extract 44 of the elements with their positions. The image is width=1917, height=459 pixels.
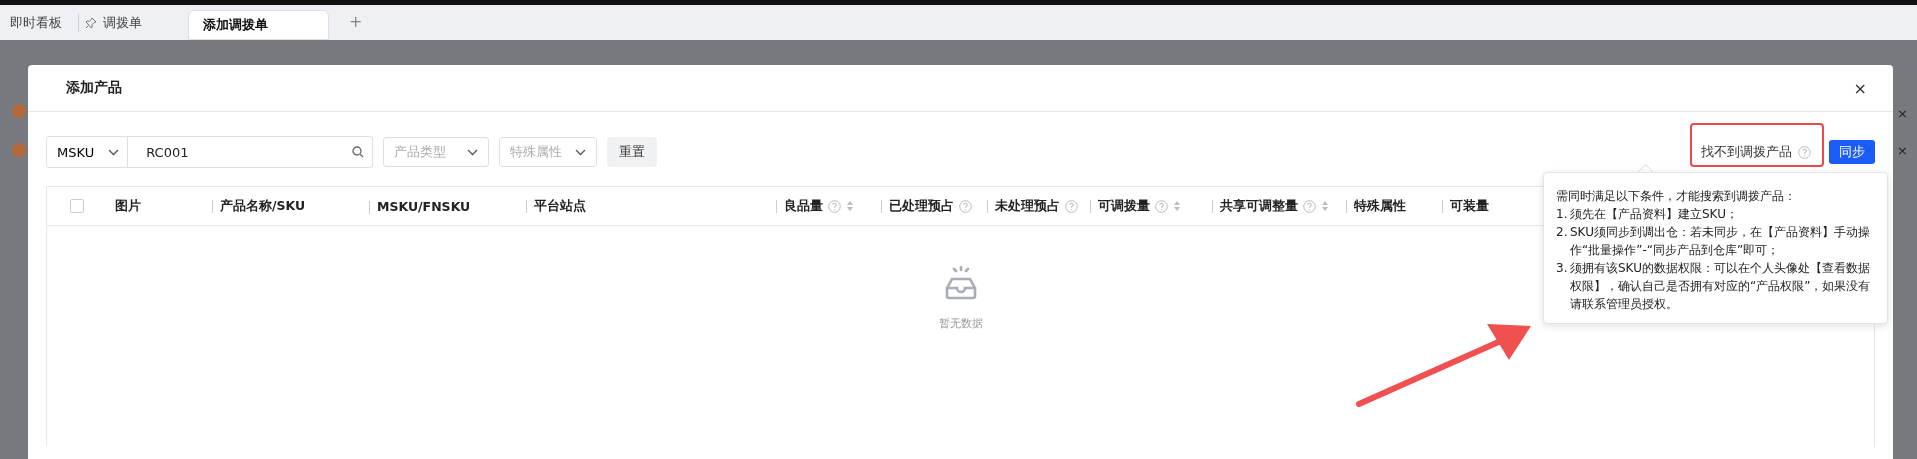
column-header: 产品名称/SKU — [220, 197, 306, 215]
sync-button[interactable]: 同步 — [1829, 140, 1875, 164]
help-icon — [1798, 145, 1811, 159]
caret-icon — [108, 148, 120, 156]
select-all-checkbox[interactable] — [70, 199, 84, 213]
pin-icon — [85, 16, 97, 29]
column-header: 平台站点 — [534, 197, 586, 215]
search-field[interactable]: MSKU RC001 — [46, 136, 374, 168]
empty-state-text: 暂无数据 — [938, 316, 983, 331]
column-header: 可装量 — [1450, 197, 1489, 215]
tooltip-text: SKU须同步到调出仓：若未同步，在【产品资料】手动操作“批量操作”-“同步产品到仓库”即可； — [1570, 224, 1871, 259]
reset-button[interactable]: 重置 — [607, 137, 658, 167]
column-header: 特殊属性 — [1354, 197, 1406, 215]
tab[interactable]: 即时看板 — [4, 5, 78, 40]
tab[interactable]: 调拨单 — [79, 5, 158, 40]
column-header: MSKU/FNSKU — [377, 198, 471, 214]
column-header: 图片 — [115, 197, 141, 215]
caret-icon — [575, 148, 587, 156]
search-value: RC001 — [146, 144, 189, 160]
list-number: 3. — [1556, 260, 1569, 277]
tooltip-text: 须拥有该SKU的数据权限：可以在个人头像处【查看数据权限】，确认自己是否拥有对应的“产品权限”，如果没有请联系管理员授权。 — [1570, 260, 1872, 313]
status-dot — [12, 143, 26, 157]
list-number: 2. — [1556, 224, 1569, 241]
sort-icon[interactable] — [1173, 200, 1181, 212]
sort-icon[interactable] — [846, 200, 854, 212]
tooltip-text: 须先在【产品资料】建立SKU； — [1570, 206, 1738, 223]
column-header: 已处理预占 — [889, 197, 954, 215]
status-dot — [12, 104, 26, 118]
field-select[interactable]: MSKU — [47, 137, 129, 167]
close-button[interactable]: × — [1847, 77, 1873, 99]
column-header: 未处理预占 — [995, 197, 1060, 215]
close-icon[interactable]: × — [1897, 106, 1908, 121]
close-icon[interactable]: × — [1897, 143, 1908, 158]
sort-icon[interactable] — [1321, 200, 1329, 212]
tab[interactable]: 添加调拨单 — [188, 10, 329, 40]
list-number: 1. — [1556, 206, 1569, 223]
dialog-title: 添加产品 — [66, 79, 122, 97]
missing-product-link[interactable]: 找不到调拨产品 — [1701, 143, 1792, 161]
column-header: 可调拨量 — [1098, 197, 1150, 215]
tooltip-text: 需同时满足以下条件，才能搜索到调拨产品： — [1556, 188, 1797, 205]
search-icon — [352, 146, 365, 158]
column-header: 共享可调整量 — [1220, 197, 1298, 215]
caret-icon — [467, 148, 479, 156]
column-header: 良品量 — [784, 197, 823, 215]
